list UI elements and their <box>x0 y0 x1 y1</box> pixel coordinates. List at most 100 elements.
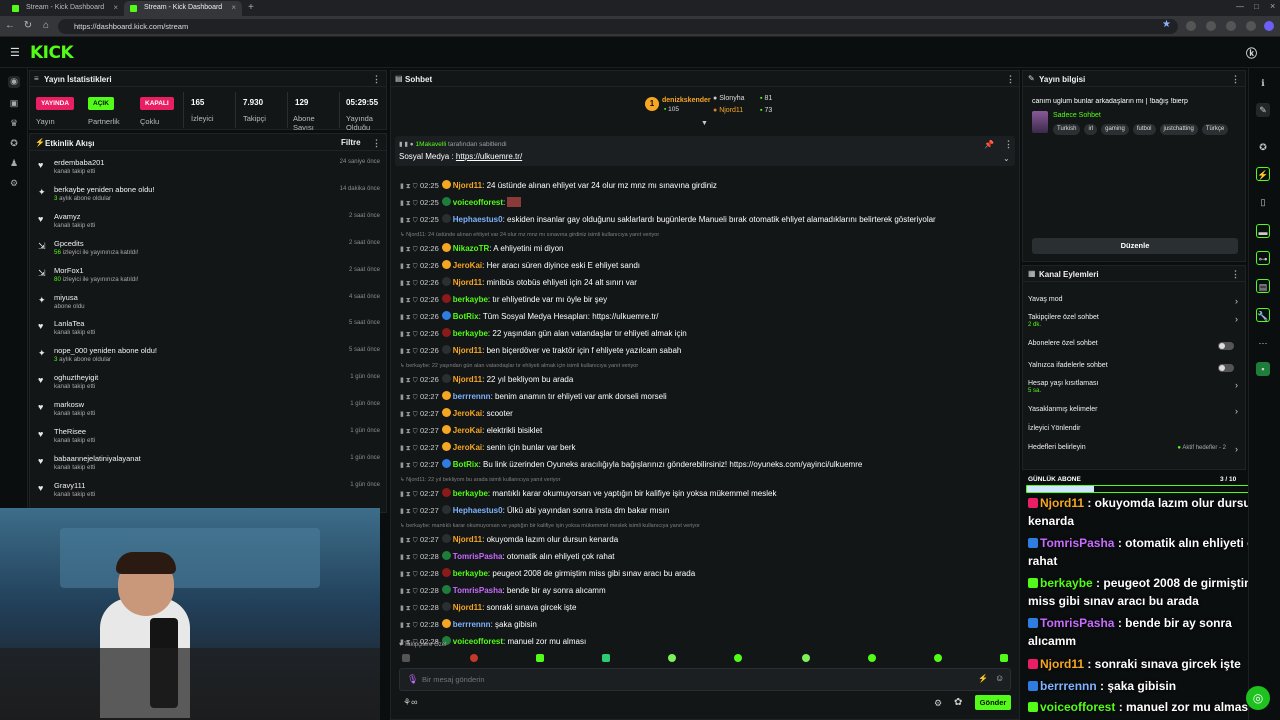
activity-item[interactable]: ⇲ Gpcedits 56 izleyici ile yayınınıza katı… <box>38 237 380 264</box>
message-username[interactable]: BotRix <box>453 460 479 469</box>
chat-message[interactable]: ▮ ⧗ ⛉ 02:26 Njord11: 22 yıl bekliyom bu ar… <box>400 374 1000 391</box>
message-username[interactable]: berkaybe <box>453 295 488 304</box>
mod-actions-icon[interactable]: ▮ ⧗ ⛉ <box>400 182 420 191</box>
emote-icon[interactable] <box>470 654 478 662</box>
mod-actions-icon[interactable]: ▮ ⧗ ⛉ <box>400 410 420 419</box>
activity-item[interactable]: ♥ markosw kanalı takip etti 1 gün önce <box>38 398 380 425</box>
emote-icon[interactable] <box>934 654 942 662</box>
activity-item[interactable]: ✦ miyusa abone oldu 4 saat önce <box>38 291 380 318</box>
trophy-icon[interactable]: ♛ <box>8 118 20 130</box>
channel-action-item[interactable]: Yasaklanmış kelimeler › <box>1028 406 1238 424</box>
chat-message[interactable]: ▮ ⧗ ⛉ 02:28 TomrisPasha: bende bir ay sonr… <box>400 585 1000 602</box>
channel-action-item[interactable]: İzleyici Yönlendir <box>1028 425 1238 443</box>
activity-item[interactable]: ⇲ MorFox1 80 izleyici ile yayınınıza katıl… <box>38 264 380 291</box>
minimize-icon[interactable]: — <box>1236 2 1244 11</box>
emote-icon[interactable] <box>602 654 610 662</box>
channel-action-item[interactable]: Hedefleri belirleyin ● Aktif hedefler - 2… <box>1028 444 1238 462</box>
mod-actions-icon[interactable]: ▮ ⧗ ⛉ <box>400 553 420 562</box>
info-icon[interactable]: ℹ <box>1256 76 1270 90</box>
message-username[interactable]: Njord11 <box>453 603 482 612</box>
chat-message[interactable]: ▮ ⧗ ⛉ 02:27 berrrennn: benim anamın tır eh… <box>400 391 1000 408</box>
chat-message[interactable]: ▮ ⧗ ⛉ 02:28 Njord11: sonraki sınava gircek… <box>400 602 1000 619</box>
emote-icon[interactable] <box>536 654 544 662</box>
maximize-icon[interactable]: □ <box>1254 2 1259 11</box>
more-options-icon[interactable]: ⋮ <box>1231 269 1240 280</box>
chat-message[interactable]: ▮ ⧗ ⛉ 02:27 JeroKai: elektrikli bisiklet <box>400 425 1000 442</box>
chat-message[interactable]: ▮ ⧗ ⛉ 02:28 voiceofforest: manuel zor mu a… <box>400 636 1000 653</box>
reload-icon[interactable]: ↻ <box>22 20 34 32</box>
mod-actions-icon[interactable]: ▮ ⧗ ⛉ <box>400 262 420 271</box>
mod-actions-icon[interactable]: ▮ ⧗ ⛉ <box>400 490 420 499</box>
pin-icon[interactable]: 📌 <box>984 140 994 149</box>
extension-icon[interactable] <box>1206 21 1216 31</box>
mod-actions-icon[interactable]: ▮ ⧗ ⛉ <box>400 279 420 288</box>
chat-message[interactable]: ▮ ⧗ ⛉ 02:27 berkaybe: mantıklı karar okumu… <box>400 488 1000 505</box>
chat-message[interactable]: ▮ ⧗ ⛉ 02:27 BotRix: Bu link üzerinden Oyun… <box>400 459 1000 476</box>
chevron-right-icon[interactable]: › <box>1235 406 1238 416</box>
panel-icon[interactable]: ▤ <box>1256 279 1270 293</box>
extension-icon[interactable] <box>1186 21 1196 31</box>
message-username[interactable]: Njord11 <box>453 535 482 544</box>
emote-icon[interactable] <box>802 654 810 662</box>
more-options-icon[interactable]: ⋮ <box>1231 74 1240 85</box>
mod-actions-icon[interactable]: ▮ ⧗ ⛉ <box>400 347 420 356</box>
share-icon[interactable]: ⋯ <box>1256 336 1270 350</box>
link-icon[interactable]: ⊶ <box>1256 251 1270 265</box>
kick-k-icon[interactable]: ⓚ <box>1246 45 1257 61</box>
window-close-icon[interactable]: × <box>1270 1 1275 11</box>
chat-message[interactable]: ▮ ⧗ ⛉ 02:26 BotRix: Tüm Sosyal Medya Hesap… <box>400 311 1000 328</box>
microphone-icon[interactable]: 🎙 <box>407 674 418 685</box>
message-username[interactable]: Njord11 <box>453 346 482 355</box>
mod-actions-icon[interactable]: ▮ ⧗ ⛉ <box>400 245 420 254</box>
users-icon[interactable]: ♟ <box>8 158 20 170</box>
chat-message[interactable]: ▮ ⧗ ⛉ 02:28 TomrisPasha: otomatik alın ehl… <box>400 551 1000 568</box>
pinned-by-user[interactable]: 1Makavelli <box>416 141 447 148</box>
message-username[interactable]: Njord11 <box>453 375 482 384</box>
chat-message[interactable]: ▮ ⧗ ⛉ 02:26 NikazoTR: A ehliyetini mi diyo… <box>400 243 1000 260</box>
leader-first-name[interactable]: denizkskender <box>662 97 711 104</box>
help-chat-icon[interactable]: ◎ <box>1246 686 1270 710</box>
chat-message[interactable]: ▮ ⧗ ⛉ 02:25 Njord11: 24 üstünde alınan ehl… <box>400 180 1000 197</box>
send-button[interactable]: Gönder <box>975 695 1011 710</box>
message-username[interactable]: Hephaestus0 <box>453 506 503 515</box>
message-username[interactable]: berrrennn <box>453 392 491 401</box>
mod-actions-icon[interactable]: ▮ ⧗ ⛉ <box>400 393 420 402</box>
message-username[interactable]: Njord11 <box>453 181 482 190</box>
chat-message[interactable]: ▮ ⧗ ⛉ 02:27 Hephaestus0: Ülkü abi yayından… <box>400 505 1000 522</box>
mod-actions-icon[interactable]: ▮ ⧗ ⛉ <box>400 461 420 470</box>
message-username[interactable]: NikazoTR <box>453 244 489 253</box>
chevron-down-icon[interactable]: ⌄ <box>1003 154 1010 163</box>
more-options-icon[interactable]: ⋮ <box>1006 74 1015 85</box>
browser-tab-active[interactable]: Stream - Kick Dashboard × <box>124 1 242 16</box>
chat-message[interactable]: ▮ ⧗ ⛉ 02:28 berkaybe: peugeot 2008 de girm… <box>400 568 1000 585</box>
category-name[interactable]: Sadece Sohbet <box>1053 112 1101 119</box>
channel-action-item[interactable]: Hesap yaşı kısıtlaması 5 sa. › <box>1028 380 1238 398</box>
activity-item[interactable]: ✦ berkaybe yeniden abone oldu! 3 aylık abo… <box>38 183 380 210</box>
activity-item[interactable]: ♥ LanlaTea kanalı takip etti 5 saat önce <box>38 317 380 344</box>
mod-actions-icon[interactable]: ▮ ⧗ ⛉ <box>400 507 420 516</box>
activity-item[interactable]: ♥ Avamyz kanalı takip etti 2 saat önce <box>38 210 380 237</box>
activity-item[interactable]: ♥ TheRisee kanalı takip etti 1 gün önce <box>38 425 380 452</box>
settings-gear-icon[interactable]: ⚙ <box>8 178 20 190</box>
close-icon[interactable]: × <box>113 3 118 12</box>
more-options-icon[interactable]: ⋮ <box>372 138 381 149</box>
collapse-arrow-icon[interactable]: ▼ <box>701 120 708 127</box>
profile-avatar[interactable] <box>1264 21 1274 31</box>
chat-message[interactable]: ▮ ⧗ ⛉ 02:27 JeroKai: senin için bunlar var… <box>400 442 1000 459</box>
menu-icon[interactable]: ☰ <box>10 46 20 59</box>
channel-action-item[interactable]: Yalnızca ifadelerle sohbet <box>1028 362 1238 380</box>
pinned-link[interactable]: https://ulkuemre.tr/ <box>456 152 522 161</box>
mod-actions-icon[interactable]: ▮ ⧗ ⛉ <box>400 216 420 225</box>
emote-icon[interactable] <box>668 654 676 662</box>
chat-bubble-icon[interactable]: ▬ <box>1256 224 1270 238</box>
activity-item[interactable]: ♥ babaannejelatiniyalayanat kanalı takip e… <box>38 452 380 479</box>
extension-icon[interactable] <box>1226 21 1236 31</box>
emoji-icon[interactable]: ☺ <box>995 673 1004 683</box>
message-username[interactable]: berkaybe <box>453 489 488 498</box>
message-username[interactable]: Hephaestus0 <box>453 215 503 224</box>
document-icon[interactable]: ▯ <box>1256 195 1270 209</box>
channel-action-item[interactable]: Yavaş mod › <box>1028 296 1238 314</box>
message-username[interactable]: berkaybe <box>453 329 488 338</box>
stream-icon[interactable]: ◉ <box>8 76 20 88</box>
back-icon[interactable]: ← <box>4 20 16 32</box>
